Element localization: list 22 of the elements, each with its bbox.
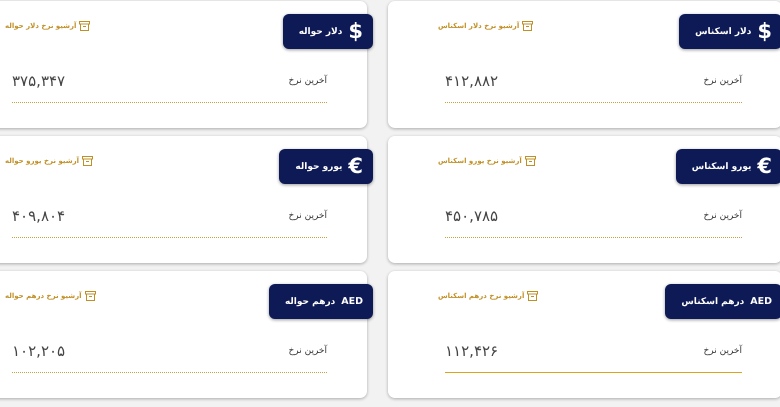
archive-icon bbox=[84, 291, 96, 301]
rate-value: ۴۱۲,۸۸۲ bbox=[445, 72, 498, 90]
archive-icon bbox=[524, 156, 536, 166]
rate-value: ۴۰۹,۸۰۴ bbox=[12, 207, 66, 225]
rate-value: ۱۱۲,۴۲۶ bbox=[445, 342, 498, 360]
archive-icon bbox=[522, 21, 534, 31]
currency-badge: € یورو اسکناس bbox=[676, 149, 780, 184]
archive-icon bbox=[527, 291, 538, 301]
rate-label: آخرین نرخ bbox=[703, 76, 742, 86]
currency-badge: $ دلار اسکناس bbox=[679, 14, 780, 49]
rate-label: آخرین نرخ bbox=[703, 211, 742, 221]
rate-label: آخرین نرخ bbox=[703, 346, 742, 356]
rate-value: ۴۵۰,۷۸۵ bbox=[445, 207, 498, 225]
currency-badge: € یورو حواله bbox=[279, 149, 373, 184]
rate-label: آخرین نرخ bbox=[288, 346, 327, 356]
rate-label: آخرین نرخ bbox=[288, 211, 327, 221]
archive-icon bbox=[79, 21, 90, 31]
archive-icon bbox=[82, 156, 94, 166]
rate-value: ۳۷۵,۳۴۷ bbox=[12, 72, 66, 90]
rate-value: ۱۰۲,۲۰۵ bbox=[12, 342, 66, 360]
currency-badge: $ دلار حواله bbox=[282, 14, 373, 49]
rate-label: آخرین نرخ bbox=[288, 76, 327, 86]
